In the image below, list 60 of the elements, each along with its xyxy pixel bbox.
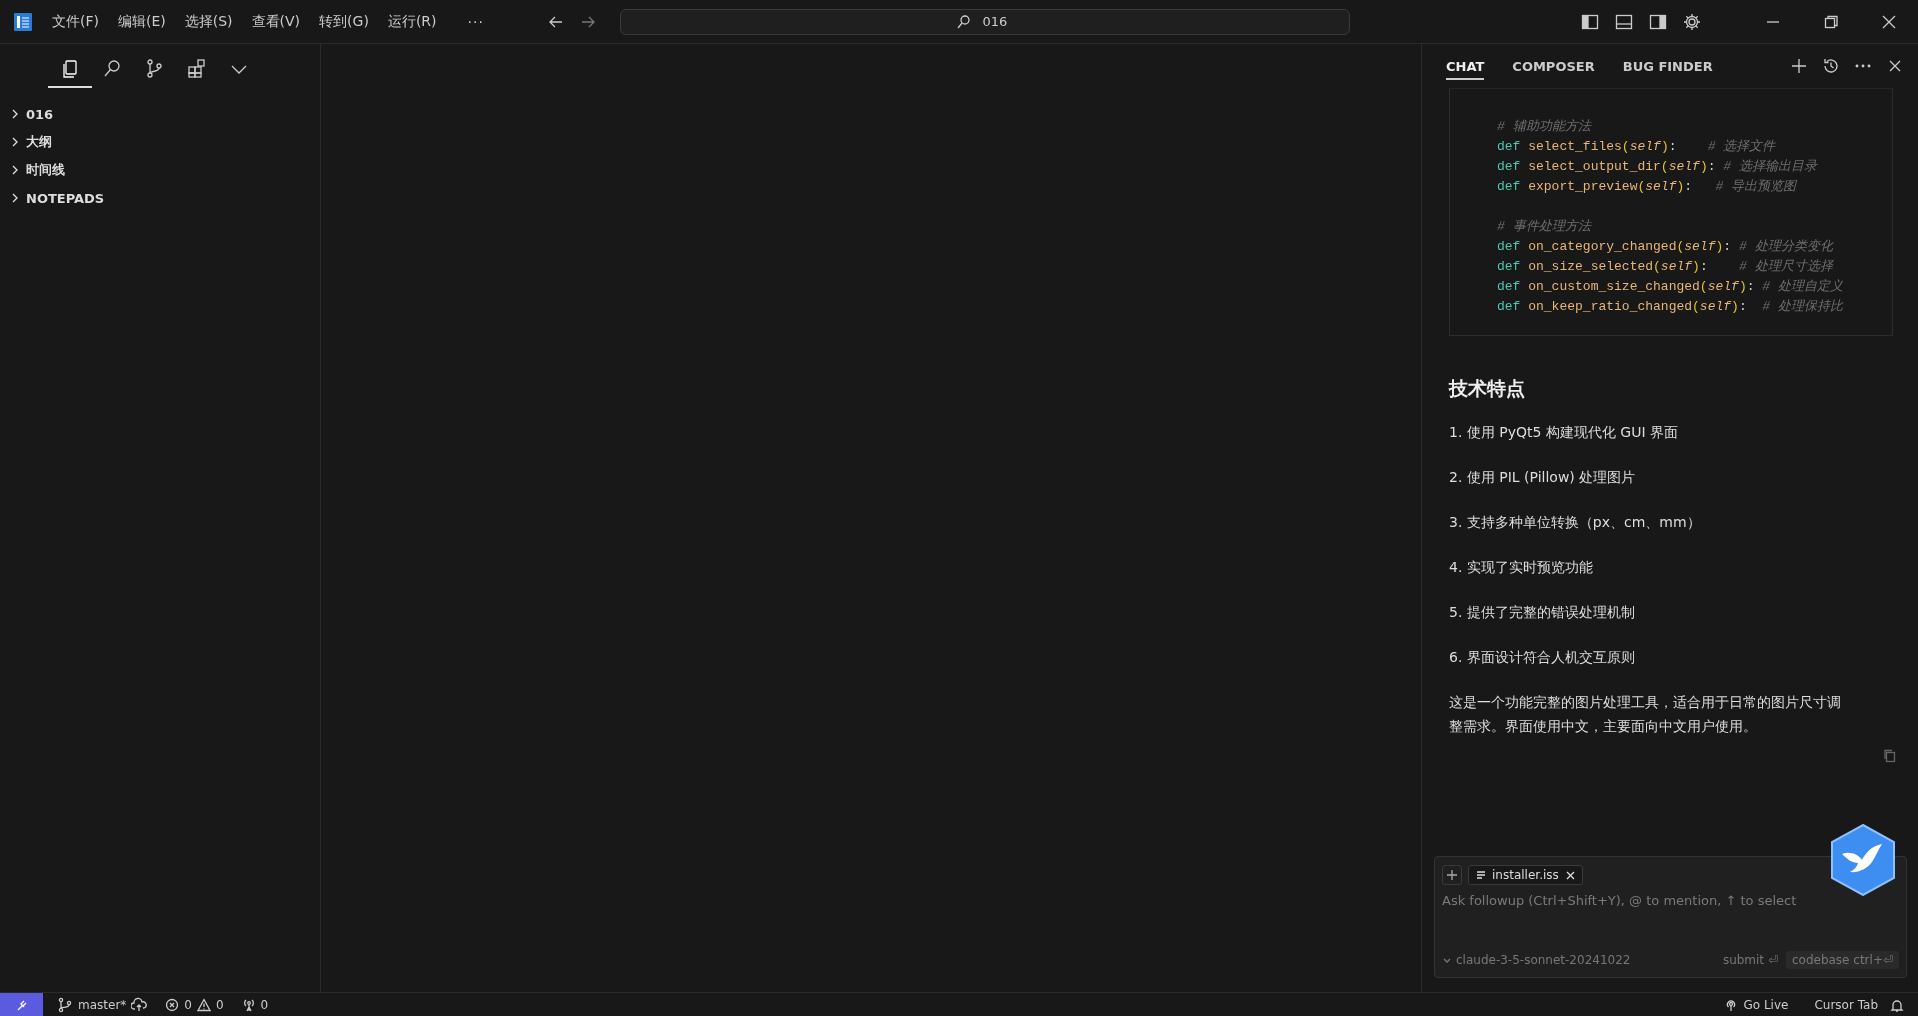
close-icon[interactable] — [1564, 869, 1576, 881]
chat-tab[interactable]: BUG FINDER — [1622, 52, 1713, 80]
submit-button[interactable]: submit ⏎ — [1722, 953, 1778, 967]
cursor-tab-button[interactable]: Cursor Tab — [1810, 997, 1882, 1012]
tree-section[interactable]: 大纲 — [0, 128, 52, 156]
list-item: 3. 支持多种单位转换（px、cm、mm） — [1449, 513, 1701, 532]
code-line: def select_output_dir(self): # 选择输出目录 — [1497, 158, 1817, 176]
menu-item[interactable]: 文件(F) — [44, 8, 107, 35]
code-line: # 辅助功能方法 — [1497, 118, 1591, 136]
code-line: def export_preview(self): # 导出预览图 — [1497, 178, 1797, 196]
bell-icon[interactable] — [1890, 997, 1904, 1012]
blocks-icon — [186, 58, 208, 80]
branch-icon — [57, 996, 73, 1013]
list-item: 6. 界面设计符合人机交互原则 — [1449, 648, 1635, 667]
list-item: 1. 使用 PyQt5 构建现代化 GUI 界面 — [1449, 423, 1678, 442]
file-chip[interactable]: installer.iss — [1468, 865, 1583, 885]
summary-text: 这是一个功能完整的图片处理工具，适合用于日常的图片尺寸调整需求。界面使用中文，主要面向中文用户使用。 — [1449, 693, 1842, 736]
error-icon — [165, 997, 180, 1012]
plus-icon[interactable] — [1790, 57, 1808, 75]
cloud-upload-icon — [131, 996, 148, 1013]
code-line: def on_custom_size_changed(self): # 处理自定义 — [1497, 278, 1843, 296]
search-icon — [955, 13, 972, 30]
list-item: 5. 提供了完整的错误处理机制 — [1449, 603, 1635, 622]
ports-status[interactable]: 0 — [237, 997, 273, 1012]
warning-icon — [196, 997, 211, 1012]
chat-tab[interactable]: COMPOSER — [1512, 52, 1595, 80]
bird-icon[interactable] — [1830, 824, 1896, 896]
chat-tab[interactable]: CHAT — [1446, 52, 1485, 80]
code-line: def on_keep_ratio_changed(self): # 处理保持比 — [1497, 298, 1843, 316]
model-selector[interactable]: claude-3-5-sonnet-20241022 — [1442, 953, 1631, 967]
code-line: # 事件处理方法 — [1497, 218, 1591, 236]
list-item: 4. 实现了实时预览功能 — [1449, 558, 1593, 577]
problems-status[interactable]: 0 0 — [161, 997, 228, 1012]
code-line: def on_category_changed(self): # 处理分类变化 — [1497, 238, 1833, 256]
branch-status[interactable]: master* — [53, 996, 152, 1013]
copy-icon[interactable] — [1882, 748, 1898, 764]
history-icon[interactable] — [1822, 57, 1840, 75]
tree-section[interactable]: 016 — [0, 100, 54, 128]
go-live-button[interactable]: Go Live — [1720, 997, 1793, 1012]
menu-item[interactable]: 选择(S) — [176, 8, 241, 35]
menu-item[interactable]: 编辑(E) — [110, 8, 174, 35]
app-logo-icon — [14, 12, 32, 31]
antenna-icon — [241, 997, 256, 1012]
more-menu[interactable]: ··· — [459, 11, 492, 32]
tree-section[interactable]: NOTEPADS — [0, 184, 105, 212]
code-line: def on_size_selected(self): # 处理尺寸选择 — [1497, 258, 1833, 276]
code-line: def select_files(self): # 选择文件 — [1497, 138, 1776, 156]
file-lines-icon — [1476, 870, 1486, 880]
menu-item[interactable]: 转到(G) — [311, 8, 377, 35]
settings-icon[interactable] — [1682, 11, 1702, 32]
remote-icon — [15, 998, 28, 1011]
chat-input[interactable]: Ask followup (Ctrl+Shift+Y), @ to mention, ↑ to select — [1442, 893, 1862, 915]
section-heading: 技术特点 — [1449, 376, 1525, 401]
add-context-button[interactable] — [1442, 865, 1462, 885]
menu-item[interactable]: 运行(R) — [379, 8, 445, 35]
menu-item[interactable]: 查看(V) — [243, 8, 309, 35]
tree-section[interactable]: 时间线 — [0, 156, 65, 184]
plus-icon — [1446, 869, 1458, 881]
list-item: 2. 使用 PIL (Pillow) 处理图片 — [1449, 468, 1636, 487]
search-field[interactable]: 016 — [619, 8, 1350, 35]
